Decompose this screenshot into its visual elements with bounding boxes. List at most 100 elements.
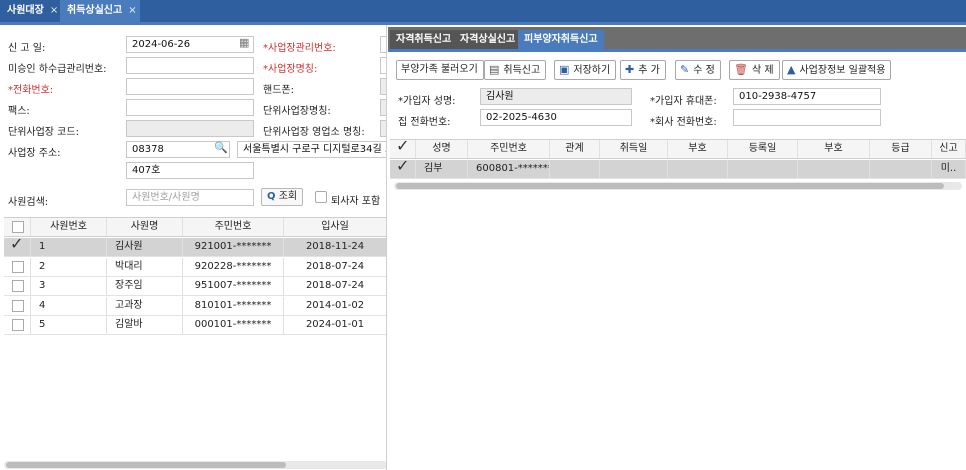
- button-label: 취득신고: [503, 65, 541, 76]
- cell-grade: [870, 160, 932, 178]
- row-checkbox-cell[interactable]: [4, 257, 31, 276]
- edit-button[interactable]: ✎ 수 정: [675, 60, 721, 80]
- tab-label: 사원대장: [7, 5, 44, 16]
- row-checkbox-cell[interactable]: ✓: [4, 238, 31, 256]
- subscriber-mobile-input[interactable]: 010-2938-4757: [733, 88, 881, 105]
- tab-label: 취득상실신고: [67, 5, 123, 16]
- row-checkbox[interactable]: [12, 260, 24, 273]
- button-label: 삭 제: [751, 65, 774, 76]
- cell-emp-no: 3: [31, 277, 107, 295]
- col-header[interactable]: 등록일: [728, 140, 798, 158]
- select-all-checkbox[interactable]: [12, 221, 24, 233]
- left-panel: 신 고 일: 미승인 하수급관리번호: *전화번호: 팩스: 단위사업장 코드:…: [0, 25, 387, 470]
- biz-mgmt-no-input[interactable]: [380, 36, 386, 53]
- search-button-label: 조회: [278, 191, 298, 202]
- cell-emp-no: 2: [31, 257, 107, 276]
- add-button[interactable]: ✚ 추 가: [620, 60, 666, 80]
- unapproved-input[interactable]: [126, 57, 254, 74]
- tab-qualification-loss[interactable]: 자격상실신고: [454, 30, 522, 49]
- horizontal-scrollbar[interactable]: [394, 182, 962, 190]
- building-icon: ▲: [787, 63, 796, 76]
- cell-join-date: 2018-11-24: [284, 238, 386, 256]
- horizontal-scrollbar[interactable]: [4, 461, 386, 469]
- col-header[interactable]: 취득일: [600, 140, 668, 158]
- table-row[interactable]: 2 박대리 920228-******* 2018-07-24: [4, 257, 386, 277]
- header-checkbox-cell[interactable]: ✓: [390, 140, 416, 158]
- col-header[interactable]: 주민번호: [183, 218, 284, 236]
- cell-relation: [550, 160, 600, 178]
- work-phone-label: *회사 전화번호:: [650, 117, 717, 128]
- row-checkbox[interactable]: [12, 319, 24, 331]
- tab-acquire-loss-report[interactable]: 취득상실신고 ×: [60, 0, 140, 22]
- col-header[interactable]: 부호: [668, 140, 728, 158]
- table-row[interactable]: 3 장주임 951007-******* 2018-07-24: [4, 277, 386, 296]
- row-checkbox-cell[interactable]: [4, 316, 31, 334]
- cell-emp-name: 김사원: [107, 238, 183, 256]
- col-header[interactable]: 관계: [550, 140, 600, 158]
- table-row[interactable]: ✓ 김부 600801-******* 미..: [390, 160, 966, 179]
- cell-code: [668, 160, 728, 178]
- row-checkbox[interactable]: [12, 299, 24, 312]
- biz-name-input[interactable]: [380, 57, 386, 74]
- table-row[interactable]: 4 고과장 810101-******* 2014-01-02: [4, 296, 386, 316]
- cell-rrn: 920228-*******: [183, 257, 284, 276]
- top-tab-bar: 사원대장 × 취득상실신고 ×: [0, 0, 966, 22]
- col-header[interactable]: 성명: [416, 140, 468, 158]
- fax-input[interactable]: [126, 99, 254, 116]
- save-button[interactable]: ▣ 저장하기: [554, 60, 617, 80]
- delete-button[interactable]: 🗑 삭 제: [729, 60, 780, 80]
- scrollbar-thumb[interactable]: [396, 183, 944, 189]
- search-icon[interactable]: 🔍: [214, 141, 228, 154]
- cell-name: 김부: [416, 160, 468, 178]
- row-checkbox-cell[interactable]: [4, 277, 31, 295]
- calendar-icon[interactable]: ▦: [239, 36, 249, 49]
- tab-qualification-acquire[interactable]: 자격취득신고: [390, 30, 458, 49]
- scrollbar-thumb[interactable]: [6, 462, 286, 468]
- col-header[interactable]: 등급: [870, 140, 932, 158]
- cancel-acquire-button[interactable]: ▤ 취득신고: [484, 60, 547, 80]
- button-label: 사업장정보 일괄적용: [799, 65, 886, 76]
- close-icon[interactable]: ×: [50, 5, 58, 16]
- cell-rrn: 951007-*******: [183, 277, 284, 295]
- cell-emp-no: 5: [31, 316, 107, 334]
- unit-name-label: 단위사업장명칭:: [263, 106, 331, 117]
- address1-input[interactable]: 서울특별시 구로구 디지털로34길 55 (: [237, 141, 386, 158]
- tab-employee-register[interactable]: 사원대장 ×: [0, 0, 60, 22]
- unit-office-input: [380, 120, 386, 137]
- col-header[interactable]: 입사일: [284, 218, 386, 236]
- table-row[interactable]: 5 김알바 000101-******* 2024-01-01: [4, 316, 386, 335]
- close-icon[interactable]: ×: [128, 5, 136, 16]
- col-header[interactable]: 사원명: [107, 218, 183, 236]
- cell-join-date: 2018-07-24: [284, 277, 386, 295]
- report-date-input[interactable]: 2024-06-26: [126, 36, 254, 53]
- load-dependents-button[interactable]: 부양가족 불러오기: [396, 60, 484, 80]
- col-header[interactable]: 부호: [798, 140, 870, 158]
- col-header[interactable]: 신고: [932, 140, 966, 158]
- table-row[interactable]: ✓ 1 김사원 921001-******* 2018-11-24: [4, 238, 386, 257]
- search-button[interactable]: Q 조회: [261, 188, 304, 206]
- button-label: 수 정: [693, 65, 715, 76]
- cell-emp-name: 박대리: [107, 257, 183, 276]
- address-label: 사업장 주소:: [8, 148, 61, 159]
- table-header: ✓ 성명 주민번호 관계 취득일 부호 등록일 부호 등급 신고: [390, 140, 966, 159]
- col-header[interactable]: 사원번호: [31, 218, 107, 236]
- row-checkbox-cell[interactable]: ✓: [390, 160, 416, 178]
- mobile-input[interactable]: [380, 78, 386, 95]
- address2-input[interactable]: 407호: [126, 162, 254, 179]
- work-phone-input[interactable]: [733, 109, 881, 126]
- tab-dependent-acquire[interactable]: 피부양자취득신고: [518, 30, 604, 49]
- mobile-label: 핸드폰:: [263, 85, 294, 96]
- unit-office-label: 단위사업장 영업소 명칭:: [263, 127, 365, 138]
- row-checkbox-cell[interactable]: [4, 296, 31, 315]
- employee-search-input[interactable]: 사원번호/사원명: [126, 189, 254, 206]
- header-checkbox-cell[interactable]: [4, 218, 31, 236]
- include-retired-checkbox[interactable]: [315, 191, 327, 203]
- home-phone-input[interactable]: 02-2025-4630: [480, 109, 632, 126]
- apply-biz-info-button[interactable]: ▲ 사업장정보 일괄적용: [782, 60, 892, 80]
- row-checkbox[interactable]: [12, 280, 24, 292]
- phone-input[interactable]: [126, 78, 254, 95]
- biz-name-label: *사업장명칭:: [263, 64, 318, 75]
- col-header[interactable]: 주민번호: [468, 140, 550, 158]
- cell-rrn: 000101-*******: [183, 316, 284, 334]
- button-label: 저장하기: [573, 65, 611, 76]
